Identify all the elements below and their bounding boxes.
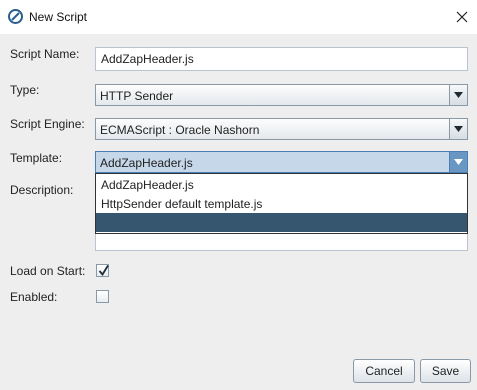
type-selected-value: HTTP Sender	[100, 89, 174, 103]
script-name-field[interactable]: AddZapHeader.js	[95, 47, 468, 71]
description-field[interactable]	[95, 232, 468, 251]
save-button[interactable]: Save	[420, 359, 471, 383]
template-dropdown[interactable]: AddZapHeader.js	[95, 151, 468, 173]
script-name-value: AddZapHeader.js	[101, 52, 194, 66]
template-dropdown-list: AddZapHeader.js HttpSender default templ…	[95, 173, 468, 234]
description-label: Description:	[10, 183, 74, 197]
title-bar: New Script	[0, 0, 477, 34]
triangle-down-icon[interactable]	[449, 152, 467, 172]
template-option-label: HttpSender default template.js	[101, 196, 263, 211]
script-name-label: Script Name:	[10, 47, 80, 61]
window-title: New Script	[29, 10, 88, 24]
checkmark-icon	[98, 265, 109, 277]
template-selected-value: AddZapHeader.js	[100, 156, 193, 170]
enabled-checkbox[interactable]	[96, 290, 109, 303]
template-option-selected[interactable]	[96, 213, 467, 232]
cancel-button[interactable]: Cancel	[353, 359, 415, 383]
load-on-start-label: Load on Start:	[10, 264, 86, 278]
template-label: Template:	[10, 151, 63, 165]
close-icon[interactable]	[451, 6, 473, 28]
triangle-down-icon[interactable]	[449, 85, 467, 105]
triangle-down-icon[interactable]	[449, 119, 467, 139]
script-engine-label: Script Engine:	[10, 117, 85, 131]
script-engine-selected-value: ECMAScript : Oracle Nashorn	[100, 123, 260, 137]
load-on-start-checkbox[interactable]	[96, 264, 109, 277]
template-option[interactable]: AddZapHeader.js	[96, 175, 467, 194]
template-option[interactable]: HttpSender default template.js	[96, 194, 467, 213]
template-option-label: AddZapHeader.js	[101, 177, 194, 192]
script-engine-dropdown[interactable]: ECMAScript : Oracle Nashorn	[95, 118, 468, 140]
type-label: Type:	[10, 83, 40, 97]
enabled-label: Enabled:	[10, 290, 58, 304]
type-dropdown[interactable]: HTTP Sender	[95, 84, 468, 106]
zap-logo-icon	[8, 9, 23, 24]
